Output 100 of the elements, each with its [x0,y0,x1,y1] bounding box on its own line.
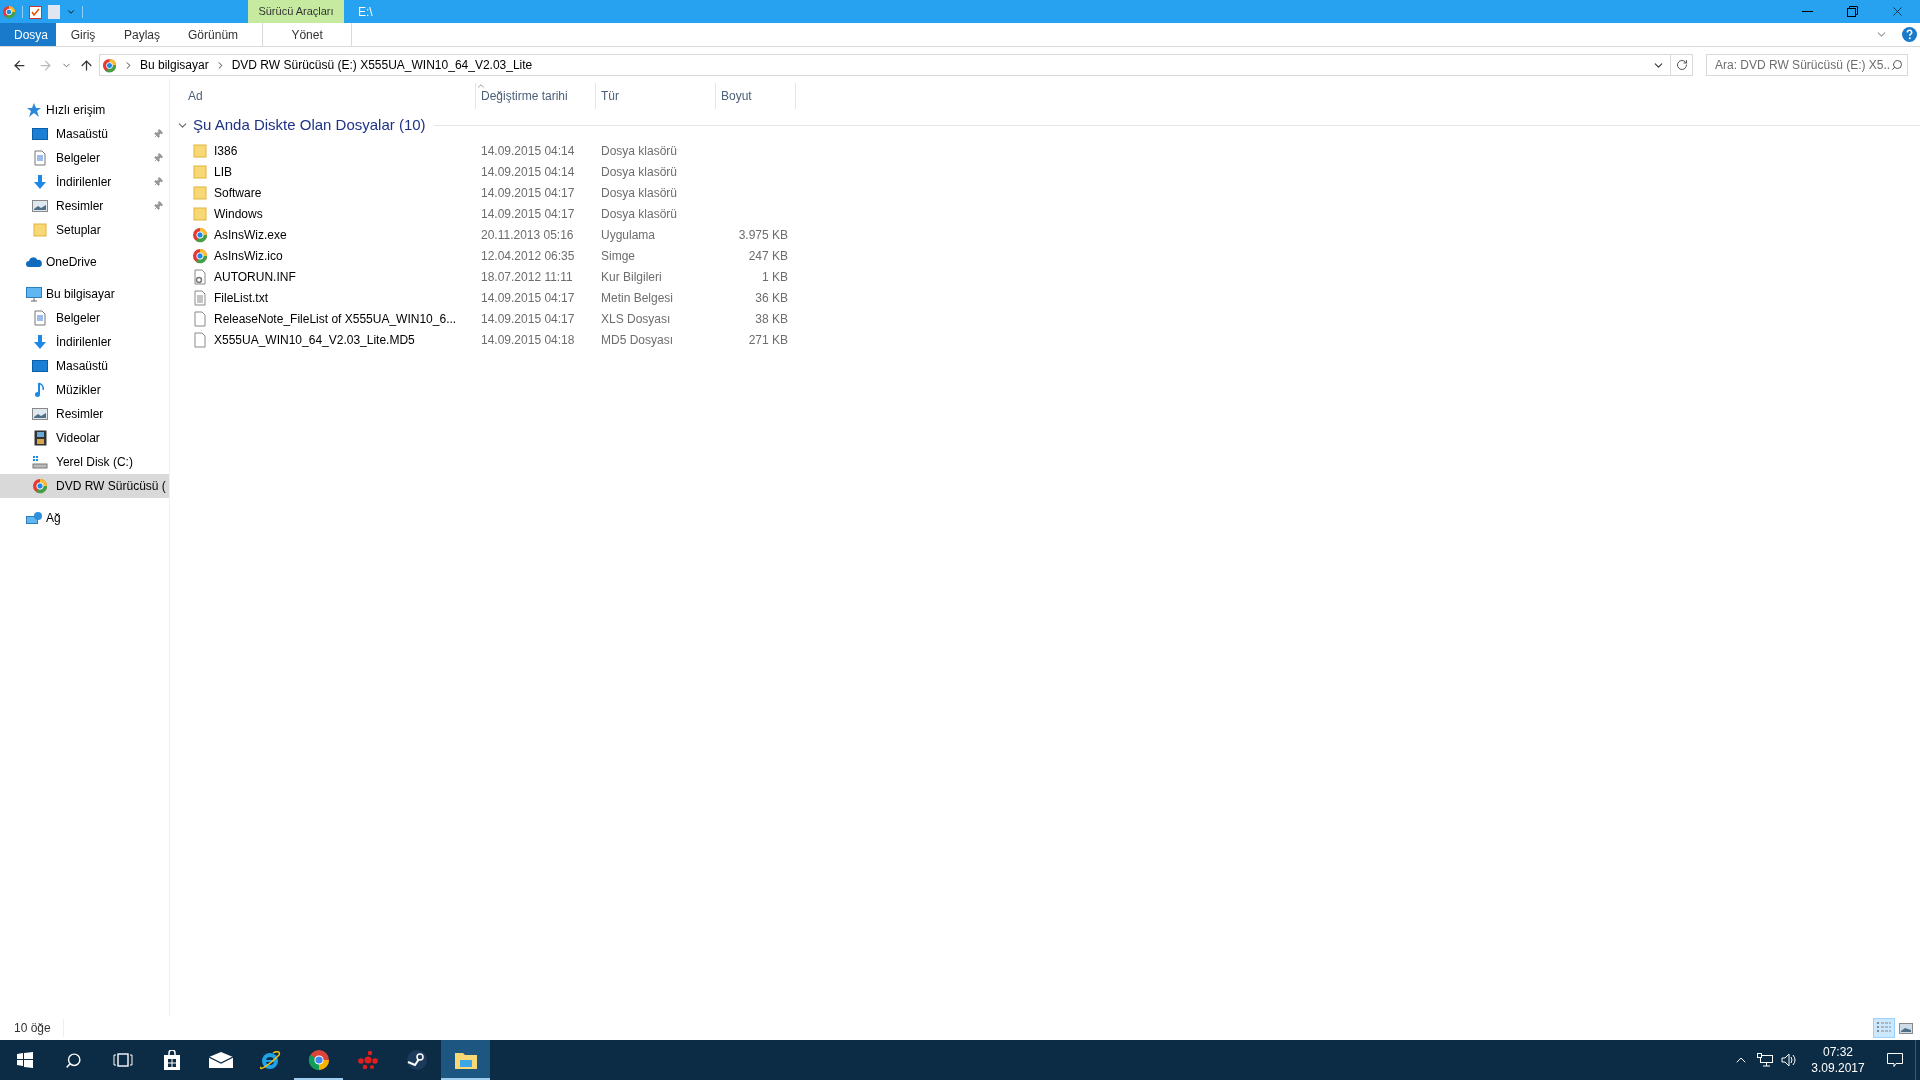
sidebar-item[interactable]: DVD RW Sürücüsü ( [0,474,169,498]
sidebar-item[interactable]: Ağ [0,506,169,530]
date-cell-text: 14.09.2015 04:18 [480,331,576,349]
sidebar-item[interactable]: Müzikler [0,378,169,402]
size-cell-text: 3.975 KB [738,226,788,244]
file-name[interactable]: AUTORUN.INF [214,267,296,286]
sidebar-item[interactable]: Bu bilgisayar [0,282,169,306]
sidebar-item[interactable]: Masaüstü [0,122,169,146]
envelope-icon [208,1052,233,1068]
view-button[interactable] [1873,1018,1895,1038]
date-cell-text: 12.04.2012 06:35 [480,247,576,265]
file-icon [193,310,207,327]
date-cell-text: 14.09.2015 04:14 [480,142,576,160]
search-icon [1891,59,1903,71]
disc-icon [192,226,208,243]
close-icon [1890,4,1905,19]
e-logo-icon [258,1049,281,1071]
sidebar-item[interactable]: Masaüstü [0,354,169,378]
size-cell-text: 271 KB [748,331,788,349]
help-icon[interactable] [1902,27,1917,42]
windows-logo-icon [16,1052,33,1068]
context-tab-header: Sürücü Araçları [248,0,344,23]
date-cell-text: 14.09.2015 04:14 [480,163,576,181]
sidebar-item[interactable]: Belgeler [0,306,169,330]
type-cell-text: XLS Dosyası [600,310,672,328]
size-cell-text: 38 KB [755,310,788,328]
group-header[interactable]: Şu Anda Diskte Olan Dosyalar (10) [176,113,426,137]
column-header[interactable]: Ad [176,83,476,109]
file-name[interactable]: ReleaseNote_FileList of X555UA_WIN10_6... [214,309,457,328]
down-arrow-icon [32,334,48,350]
sidebar-item[interactable]: İndirilenler [0,170,169,194]
type-cell-text: Kur Bilgileri [600,268,663,286]
picture-icon [32,408,48,420]
column-header[interactable]: Tür [596,83,716,109]
folder-icon [193,143,207,158]
ribbon-tab[interactable]: Yönet [263,23,352,46]
folder-icon [193,185,207,200]
file-name[interactable]: Windows [214,204,263,223]
refresh-icon [1675,59,1688,71]
sidebar-item[interactable]: Setuplar [0,218,169,242]
disc-icon [2,4,16,19]
drive-icon [32,455,48,469]
disc-icon [192,247,208,264]
file-name[interactable]: LIB [214,162,232,181]
picture-icon [32,200,48,212]
cloud-icon [26,256,42,268]
sidebar-item[interactable]: Belgeler [0,146,169,170]
sidebar-item[interactable]: Yerel Disk (C:) [0,450,169,474]
text-file-icon [193,289,207,306]
forward-arrow-icon [37,57,53,73]
down-arrow-icon [32,174,48,190]
sidebar-item[interactable]: Videolar [0,426,169,450]
desktop-icon [32,127,48,141]
address-bar[interactable]: Bu bilgisayar DVD RW Sürücüsü (E:) X555UA_WIN10_64_V2.03_Lite [99,54,1671,76]
task-view-icon [112,1053,133,1067]
network-icon [26,510,42,526]
refresh-button[interactable] [1671,54,1693,76]
sidebar-item[interactable]: Resimler [0,402,169,426]
ribbon-tab[interactable]: Paylaş [110,23,175,46]
star-icon [26,102,42,118]
ribbon-tab[interactable]: Giriş [56,23,110,46]
date-cell-text: 18.07.2012 11:11 [480,268,574,286]
details-list-icon [1877,1022,1891,1034]
speaker-icon [1781,1053,1797,1067]
clock[interactable]: 07:32 3.09.2017 [1801,1040,1875,1080]
column-header[interactable]: Değiştirme tarihi [476,83,596,109]
file-name[interactable]: Software [214,183,262,202]
type-cell-text: Dosya klasörü [600,142,679,160]
restore-icon [1847,6,1858,17]
file-name[interactable]: X555UA_WIN10_64_V2.03_Lite.MD5 [214,330,415,349]
folder-icon [193,206,207,221]
document-icon [33,310,47,326]
date-cell-text: 20.11.2013 05:16 [480,226,575,244]
type-cell-text: Uygulama [600,226,657,244]
sidebar-item[interactable]: OneDrive [0,250,169,274]
ribbon-tab[interactable]: Dosya [0,23,56,46]
sidebar-item[interactable]: Resimler [0,194,169,218]
folder-icon [454,1051,477,1069]
disc-icon [32,478,48,494]
breadcrumb[interactable]: Bu bilgisayar [140,56,209,74]
file-name[interactable]: I386 [214,141,238,160]
file-name[interactable]: AsInsWiz.exe [214,225,287,244]
sidebar-item[interactable]: Hızlı erişim [0,98,169,122]
document-icon [33,150,47,166]
folder-icon [193,164,207,179]
column-header[interactable]: Boyut [716,83,796,109]
sidebar-item[interactable]: İndirilenler [0,330,169,354]
browser-logo-icon [307,1049,330,1071]
breadcrumb[interactable]: DVD RW Sürücüsü (E:) X555UA_WIN10_64_V2.03_Lite [231,56,533,74]
search-field[interactable]: Ara: DVD RW Sürücüsü (E:) X5... [1706,54,1908,76]
type-cell-text: Dosya klasörü [600,163,679,181]
type-cell-text: Dosya klasörü [600,184,679,202]
file-name[interactable]: FileList.txt [214,288,268,307]
search-icon [65,1051,82,1069]
music-note-icon [34,382,46,398]
type-cell-text: MD5 Dosyası [600,331,675,349]
ribbon-tab[interactable]: Görünüm [174,23,253,46]
file-name[interactable]: AsInsWiz.ico [214,246,283,265]
folder-icon [33,223,47,237]
back-arrow-icon [11,57,27,73]
